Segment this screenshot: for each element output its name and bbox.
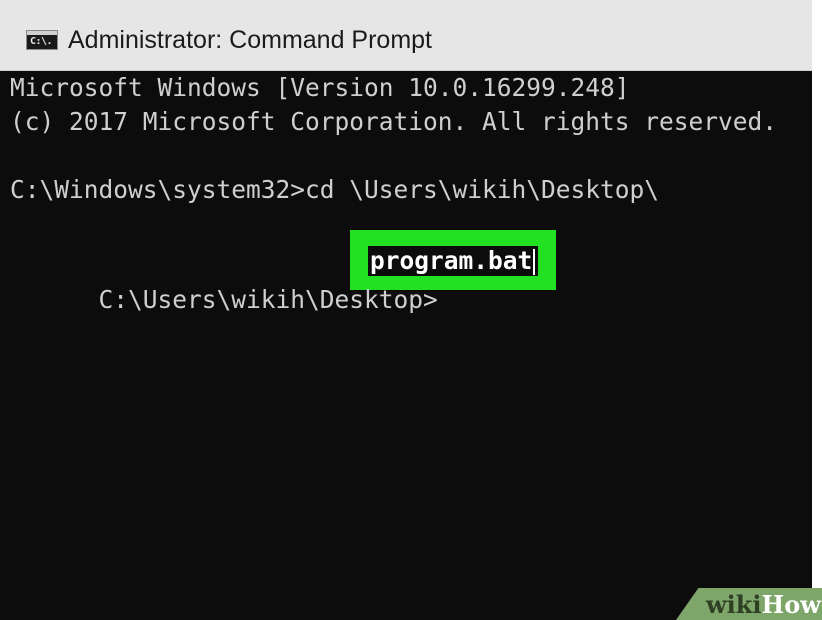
typed-command[interactable]: program.bat <box>368 246 539 276</box>
cmd-icon: C:\. <box>26 30 58 50</box>
window-title: Administrator: Command Prompt <box>68 26 433 54</box>
cmd-icon-glyph: C:\. <box>30 36 53 47</box>
console-line-copyright: (c) 2017 Microsoft Corporation. All righ… <box>10 107 778 136</box>
console-line-cd-command: C:\Windows\system32>cd \Users\wikih\Desk… <box>10 175 660 204</box>
prompt-text: C:\Users\wikih\Desktop> <box>98 285 438 314</box>
watermark-part2: How <box>761 590 821 619</box>
title-bar[interactable]: C:\. Administrator: Command Prompt <box>0 0 812 71</box>
typed-command-text: program.bat <box>370 246 533 275</box>
command-prompt-window: C:\. Administrator: Command Prompt Micro… <box>0 0 812 620</box>
console-output[interactable]: Microsoft Windows [Version 10.0.16299.24… <box>10 71 812 620</box>
watermark-part1: wiki <box>706 590 762 619</box>
cmd-icon-bar <box>27 31 57 35</box>
text-cursor <box>533 249 536 275</box>
watermark-logo: wikiHow <box>706 591 821 619</box>
console-line-version: Microsoft Windows [Version 10.0.16299.24… <box>10 73 630 102</box>
